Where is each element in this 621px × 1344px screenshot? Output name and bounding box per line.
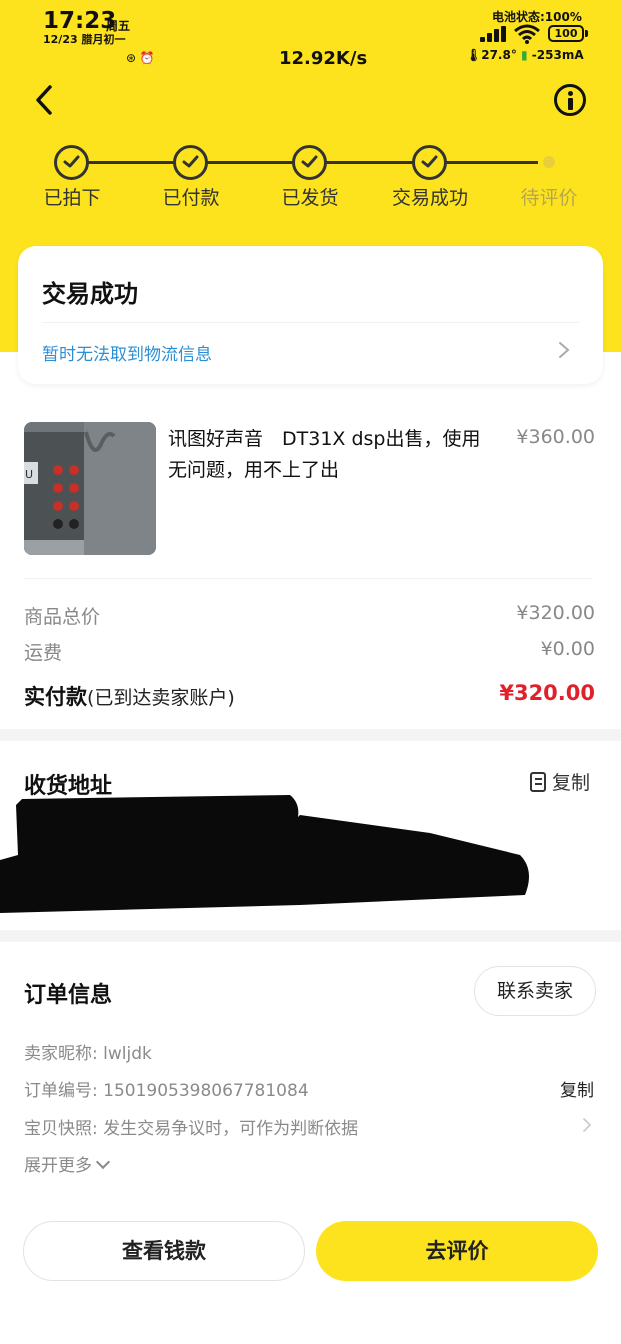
paid-label-sub: (已到达卖家账户)	[87, 687, 235, 709]
snapshot-link[interactable]: 宝贝快照: 发生交易争议时，可作为判断依据	[24, 1114, 358, 1139]
step-check-icon	[292, 145, 327, 180]
temperature-readout: 🌡27.8°	[466, 48, 517, 62]
step-label: 已付款	[162, 187, 220, 209]
expand-more-label: 展开更多	[24, 1156, 92, 1176]
current-value: -253mA	[531, 48, 584, 62]
order-info-title: 订单信息	[24, 983, 113, 1008]
temperature-value: 27.8°	[481, 48, 517, 62]
order-progress: 已拍下 已付款 已发货 交易成功 待评价	[0, 140, 621, 220]
step-check-icon	[173, 145, 208, 180]
step-label: 待评价	[520, 187, 578, 209]
goods-total-label: 商品总价	[24, 606, 101, 628]
section-separator	[0, 930, 621, 942]
chevron-down-icon	[95, 1154, 111, 1170]
step-check-icon	[412, 145, 447, 180]
battery-icon: 100	[548, 25, 584, 42]
paid-amount-label: 实付款(已到达卖家账户)	[24, 681, 235, 711]
order-status-title: 交易成功	[42, 280, 138, 308]
battery-status-label: 电池状态:100%	[492, 10, 582, 24]
step-check-icon	[54, 145, 89, 180]
logistics-info-link[interactable]: 暂时无法取到物流信息	[42, 340, 212, 365]
product-photo: U	[24, 422, 156, 555]
network-speed: 12.92K/s	[279, 48, 368, 69]
product-title[interactable]: 讯图好声音 DT31X dsp出售，使用无问题，用不上了出	[168, 424, 488, 486]
order-status-card: 交易成功 暂时无法取到物流信息	[18, 246, 603, 384]
step-pending-dot	[543, 156, 555, 168]
goods-total-value: ¥320.00	[516, 602, 595, 624]
copy-address-label: 复制	[552, 772, 591, 794]
section-separator	[0, 729, 621, 741]
copy-address-button[interactable]: 复制	[530, 768, 590, 794]
back-button[interactable]	[30, 82, 62, 118]
product-image[interactable]: U	[24, 422, 156, 555]
info-button[interactable]	[554, 84, 586, 116]
chevron-right-icon[interactable]	[557, 341, 571, 359]
order-number: 订单编号: 1501905398067781084	[24, 1081, 309, 1101]
current-readout: ▮ -253mA	[521, 48, 584, 62]
wifi-icon	[514, 24, 540, 44]
status-bar: 17:23 周五 12/23 腊月初一 ⊛ ⏰ 12.92K/s 电池状态:10…	[0, 0, 621, 72]
review-button[interactable]: 去评价	[316, 1221, 598, 1281]
info-icon-bar	[568, 98, 573, 110]
step-label: 交易成功	[391, 187, 468, 209]
battery-small-icon: ▮	[521, 48, 528, 62]
status-date: 12/23 腊月初一	[43, 33, 126, 46]
copy-icon	[530, 772, 546, 792]
step-label: 已发货	[281, 187, 339, 209]
product-price: ¥360.00	[516, 426, 595, 448]
copy-order-number-button[interactable]: 复制	[560, 1076, 594, 1101]
divider	[42, 322, 579, 323]
divider	[24, 578, 593, 579]
step-label: 已拍下	[43, 187, 101, 209]
svg-text:U: U	[25, 468, 33, 481]
expand-more-button[interactable]: 展开更多	[24, 1151, 111, 1176]
shipping-label: 运费	[24, 642, 63, 664]
contact-seller-button[interactable]: 联系卖家	[474, 966, 596, 1016]
seller-nickname: 卖家昵称: lwljdk	[24, 1044, 152, 1064]
paid-amount-value: ¥320.00	[499, 681, 595, 705]
signal-icon	[480, 26, 508, 42]
alarm-icon: ⊛ ⏰	[126, 51, 155, 65]
info-icon-dot	[568, 91, 573, 96]
shipping-value: ¥0.00	[540, 638, 595, 660]
battery-tip	[585, 30, 588, 37]
paid-label-main: 实付款	[24, 685, 87, 709]
chevron-right-icon[interactable]	[582, 1117, 592, 1133]
view-funds-button[interactable]: 查看钱款	[23, 1221, 305, 1281]
redacted-address	[0, 795, 529, 913]
